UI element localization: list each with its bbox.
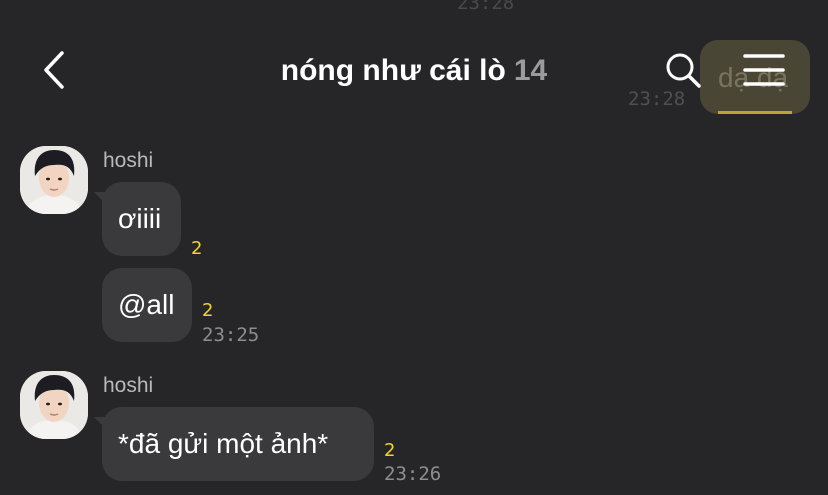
member-count: 14 [513, 54, 548, 87]
background-highlight-line [718, 111, 792, 114]
chat-title: nóng như cái lò 14 [0, 52, 828, 90]
hamburger-menu-icon[interactable] [741, 50, 787, 90]
message-time: 23:26 [384, 463, 442, 485]
sender-name: hoshi [103, 149, 154, 172]
message-bubble[interactable]: @all [102, 268, 192, 342]
background-timestamp: 23:28 [457, 0, 515, 14]
avatar[interactable] [20, 371, 88, 439]
message-time: 23:25 [202, 324, 260, 346]
unread-count: 2 [384, 440, 396, 461]
background-message-time: 23:28 [628, 88, 686, 110]
unread-count: 2 [191, 238, 203, 259]
search-icon[interactable] [663, 50, 703, 90]
message-bubble[interactable]: *đã gửi một ảnh* [94, 407, 374, 481]
avatar[interactable] [20, 146, 88, 214]
chat-room-name: nóng như cái lò [280, 54, 506, 87]
message-bubble[interactable]: ơiiii [94, 182, 181, 256]
unread-count: 2 [202, 300, 214, 321]
sender-name: hoshi [103, 374, 154, 397]
